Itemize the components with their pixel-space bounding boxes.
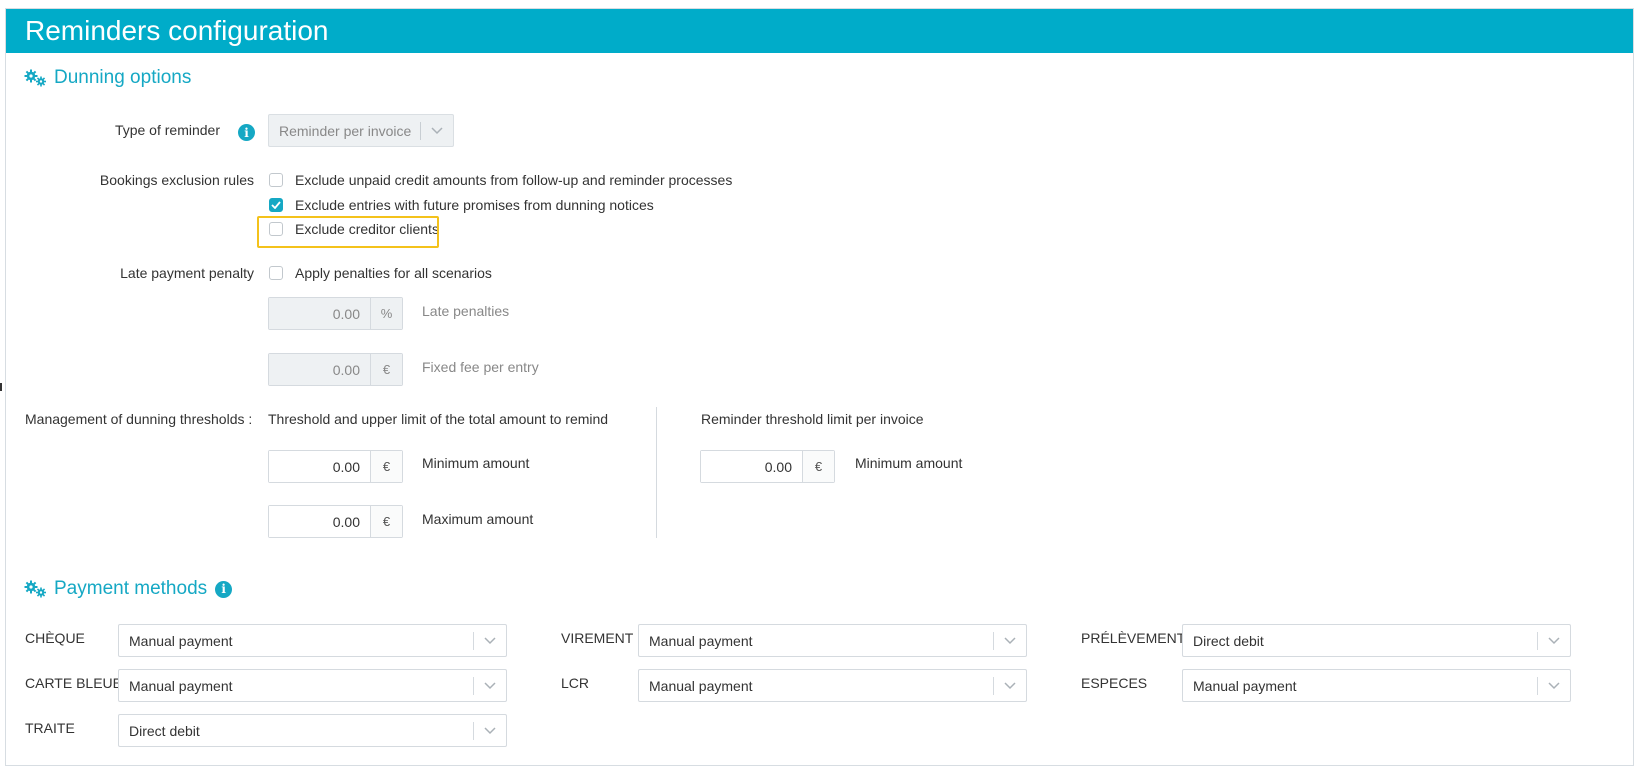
euro-unit: €	[802, 451, 834, 482]
payment-method-select-traite[interactable]: Direct debit	[118, 714, 507, 747]
chevron-down-icon	[474, 726, 506, 735]
gears-icon	[24, 580, 46, 598]
highlight-box	[257, 216, 439, 248]
per-invoice-minimum-input[interactable]: 0.00	[701, 451, 802, 482]
total-minimum-label: Minimum amount	[422, 455, 530, 471]
dunning-section-header: Dunning options	[24, 67, 191, 89]
chevron-down-icon	[474, 681, 506, 690]
payment-method-value: Manual payment	[649, 677, 753, 694]
total-threshold-heading: Threshold and upper limit of the total a…	[268, 411, 609, 427]
payment-method-select-carte-bleue[interactable]: Manual payment	[118, 669, 507, 702]
dunning-section-title: Dunning options	[54, 67, 192, 88]
exclusion-rules-label: Bookings exclusion rules	[99, 172, 254, 188]
payment-method-label-virement: VIREMENT	[561, 630, 634, 646]
total-maximum-label: Maximum amount	[422, 511, 534, 527]
payment-method-value: Direct debit	[1193, 632, 1264, 649]
payment-method-label-traite: TRAITE	[25, 720, 75, 736]
payment-method-select-lcr[interactable]: Manual payment	[638, 669, 1027, 702]
checkbox[interactable]	[269, 266, 283, 280]
info-icon[interactable]: i	[238, 124, 255, 141]
total-maximum-input[interactable]: 0.00	[269, 506, 370, 537]
payment-methods-section-title: Payment methods	[54, 578, 208, 599]
per-invoice-threshold-heading: Reminder threshold limit per invoice	[701, 411, 924, 427]
payment-method-label-carte-bleue: CARTE BLEUE	[25, 675, 122, 691]
per-invoice-minimum-input-group: 0.00 €	[700, 450, 835, 483]
euro-unit: €	[370, 451, 402, 482]
type-of-reminder-select[interactable]: Reminder per invoice	[268, 114, 454, 147]
late-payment-label: Late payment penalty	[120, 265, 254, 281]
apply-penalties-option[interactable]: Apply penalties for all scenarios	[269, 265, 492, 281]
fixed-fee-label: Fixed fee per entry	[422, 359, 539, 375]
exclusion-option-label: Exclude entries with future promises fro…	[295, 197, 654, 213]
checkbox-checked[interactable]	[269, 198, 283, 212]
late-penalties-input-group: 0.00 %	[268, 297, 403, 330]
euro-unit: €	[370, 506, 402, 537]
chevron-down-icon	[474, 636, 506, 645]
payment-method-label-cheque: CHÈQUE	[25, 630, 85, 646]
chevron-down-icon	[994, 636, 1026, 645]
payment-method-value: Manual payment	[649, 632, 753, 649]
checkbox[interactable]	[269, 173, 283, 187]
payment-method-value: Manual payment	[1193, 677, 1297, 694]
type-of-reminder-value: Reminder per invoice	[279, 122, 412, 139]
type-of-reminder-label: Type of reminder	[114, 122, 220, 138]
payment-method-label-especes: ESPECES	[1081, 675, 1148, 691]
chevron-down-icon	[994, 681, 1026, 690]
percent-unit: %	[370, 298, 402, 329]
checkmark-icon	[271, 201, 281, 209]
thresholds-label: Management of dunning thresholds :	[25, 411, 253, 427]
payment-method-value: Manual payment	[129, 677, 233, 694]
payment-method-select-prelevement[interactable]: Direct debit	[1182, 624, 1571, 657]
payment-method-label-lcr: LCR	[561, 675, 590, 691]
payment-method-select-especes[interactable]: Manual payment	[1182, 669, 1571, 702]
per-invoice-minimum-label: Minimum amount	[855, 455, 963, 471]
exclusion-option-future-promises[interactable]: Exclude entries with future promises fro…	[269, 197, 654, 213]
payment-method-select-cheque[interactable]: Manual payment	[118, 624, 507, 657]
payment-method-label-prelevement: PRÉLÈVEMENT	[1081, 630, 1186, 646]
window-edge-mark	[0, 383, 2, 391]
total-minimum-input-group: 0.00 €	[268, 450, 403, 483]
threshold-divider	[656, 407, 657, 538]
chevron-down-icon	[1538, 636, 1570, 645]
fixed-fee-input[interactable]: 0.00	[269, 354, 370, 385]
chevron-down-icon	[421, 126, 453, 135]
header-bar: Reminders configuration	[6, 9, 1633, 53]
gears-icon	[24, 69, 46, 87]
late-penalties-input[interactable]: 0.00	[269, 298, 370, 329]
payment-method-value: Direct debit	[129, 722, 200, 739]
page-title: Reminders configuration	[25, 15, 329, 46]
apply-penalties-label: Apply penalties for all scenarios	[295, 265, 492, 281]
exclusion-option-label: Exclude unpaid credit amounts from follo…	[295, 172, 733, 188]
chevron-down-icon	[1538, 681, 1570, 690]
payment-method-value: Manual payment	[129, 632, 233, 649]
exclusion-option-unpaid-credit[interactable]: Exclude unpaid credit amounts from follo…	[269, 172, 732, 188]
total-minimum-input[interactable]: 0.00	[269, 451, 370, 482]
total-maximum-input-group: 0.00 €	[268, 505, 403, 538]
late-penalties-label: Late penalties	[422, 303, 510, 319]
payment-method-select-virement[interactable]: Manual payment	[638, 624, 1027, 657]
payment-methods-section-header: Payment methods i	[24, 578, 233, 600]
fixed-fee-input-group: 0.00 €	[268, 353, 403, 386]
info-icon[interactable]: i	[215, 580, 233, 598]
euro-unit: €	[370, 354, 402, 385]
